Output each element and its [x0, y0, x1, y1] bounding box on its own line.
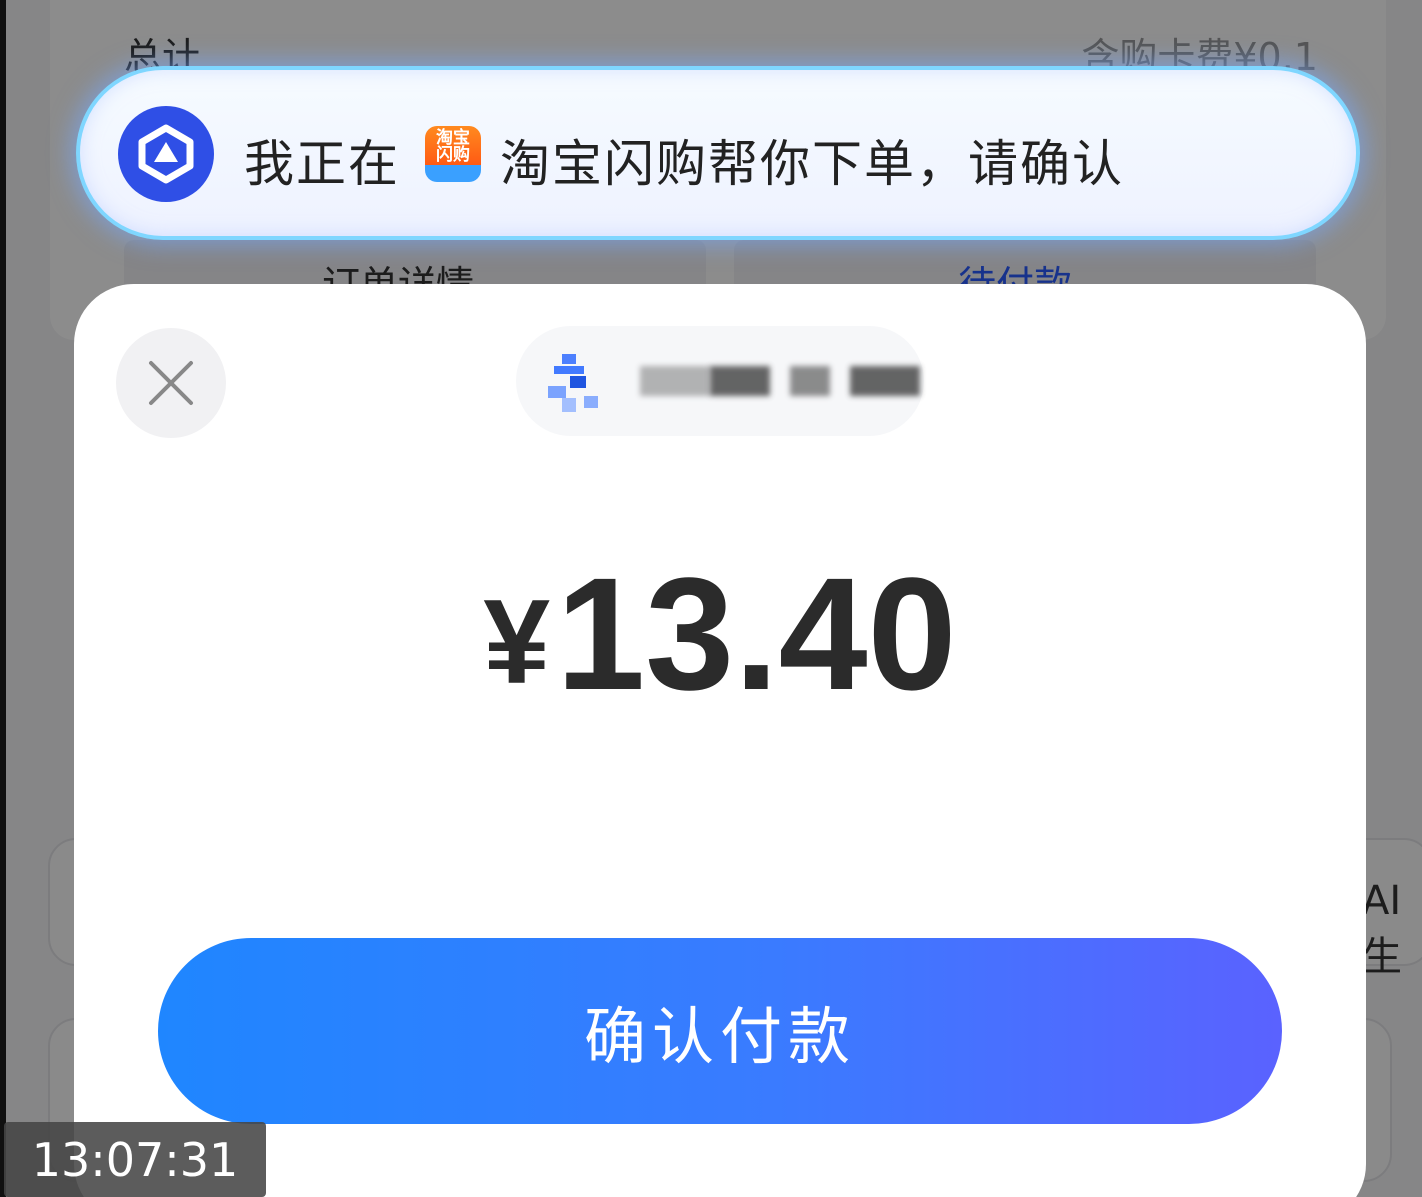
payment-sheet: ¥13.40 确认付款 — [74, 284, 1366, 1197]
banner-text-prefix: 我正在 — [244, 135, 400, 193]
agent-status-banner: 我正在 淘宝 闪购 淘宝闪购帮你下单，请确认 — [76, 66, 1360, 240]
amount-value: 13.40 — [556, 544, 957, 723]
banner-text-suffix: 淘宝闪购帮你下单，请确认 — [500, 135, 1124, 193]
close-icon — [149, 361, 193, 405]
confirm-payment-button[interactable]: 确认付款 — [158, 938, 1282, 1124]
agent-logo-icon — [118, 106, 214, 202]
currency-symbol: ¥ — [483, 575, 551, 709]
merchant-logo-icon — [548, 354, 598, 412]
close-button[interactable] — [116, 328, 226, 438]
payment-amount: ¥13.40 — [74, 542, 1366, 726]
timestamp-badge: 13:07:31 — [4, 1122, 266, 1197]
merchant-pill — [516, 326, 924, 436]
taobao-flash-app-icon: 淘宝 闪购 — [425, 126, 481, 182]
